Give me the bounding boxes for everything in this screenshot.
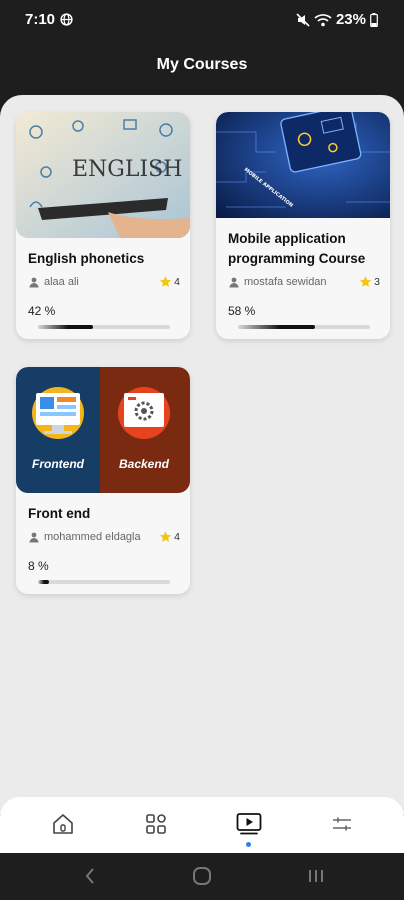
person-icon xyxy=(229,277,239,287)
status-icons: 23% xyxy=(296,11,378,28)
course-rating: 4 xyxy=(159,530,180,543)
course-list: ENGLISH English phonetics alaa ali 4 42 … xyxy=(0,95,404,815)
person-icon xyxy=(29,277,39,287)
status-bar: 7:10 23% xyxy=(0,0,404,40)
person-icon xyxy=(29,532,39,542)
course-image: MOBILE APPLICATION xyxy=(216,112,390,238)
nav-settings[interactable] xyxy=(329,811,355,837)
author-row: alaa ali 4 xyxy=(28,275,180,288)
home-icon xyxy=(53,814,73,834)
course-card-frontend[interactable]: Frontend Backend Front end mohammed elda… xyxy=(16,367,190,594)
progress-bar xyxy=(38,325,170,329)
progress-fill xyxy=(38,325,94,329)
system-recents-button[interactable] xyxy=(304,866,328,886)
course-title: Mobile application programming Course xyxy=(228,231,366,266)
star-icon xyxy=(159,276,172,287)
bottom-nav xyxy=(0,797,404,853)
backend-image-label: Backend xyxy=(119,457,170,471)
author-row: mohammed eldagla 4 xyxy=(28,530,180,543)
page-title: My Courses xyxy=(156,56,248,73)
courses-icon xyxy=(236,813,262,835)
course-title: English phonetics xyxy=(28,251,145,266)
status-time-group: 7:10 xyxy=(25,11,73,28)
course-rating: 4 xyxy=(159,275,180,288)
rating-value: 3 xyxy=(374,275,380,288)
nav-home[interactable] xyxy=(50,811,76,837)
system-back-button[interactable] xyxy=(78,866,102,886)
progress-text: 58 % xyxy=(228,304,256,318)
recents-icon xyxy=(309,870,323,882)
course-author: alaa ali xyxy=(44,275,79,288)
system-home-button[interactable] xyxy=(190,866,214,886)
frontend-image-label: Frontend xyxy=(32,457,85,471)
system-nav xyxy=(0,853,404,900)
author-row: mostafa sewidan 3 xyxy=(228,275,380,288)
status-time: 7:10 xyxy=(25,11,56,28)
home-circle-icon xyxy=(193,867,211,885)
course-image: Frontend Backend xyxy=(16,367,190,493)
english-image-text: ENGLISH xyxy=(72,157,182,182)
grid-icon xyxy=(146,814,166,834)
nav-my-courses[interactable] xyxy=(236,811,262,837)
mute-icon xyxy=(296,12,310,27)
progress-text: 42 % xyxy=(28,304,56,318)
progress-bar xyxy=(238,325,370,329)
battery-text: 23% xyxy=(335,11,366,28)
rating-value: 4 xyxy=(174,275,180,288)
wifi-icon xyxy=(314,13,332,26)
course-author: mostafa sewidan xyxy=(244,275,327,288)
course-image: ENGLISH xyxy=(16,112,190,238)
globe-icon xyxy=(60,13,73,26)
course-card-mobile[interactable]: MOBILE APPLICATION Mobile application pr… xyxy=(216,112,390,339)
star-icon xyxy=(359,276,372,287)
progress-text: 8 % xyxy=(28,559,49,573)
progress-fill xyxy=(238,325,315,329)
progress-bar xyxy=(38,580,170,584)
progress-fill xyxy=(38,580,49,584)
active-tab-indicator xyxy=(246,842,251,847)
star-icon xyxy=(159,531,172,542)
course-rating: 3 xyxy=(359,275,380,288)
settings-icon xyxy=(333,817,351,831)
course-author: mohammed eldagla xyxy=(44,530,141,543)
nav-categories[interactable] xyxy=(143,811,169,837)
back-icon xyxy=(85,868,94,884)
course-title: Front end xyxy=(28,506,91,521)
battery-icon xyxy=(370,12,378,27)
course-card-english[interactable]: ENGLISH English phonetics alaa ali 4 42 … xyxy=(16,112,190,339)
rating-value: 4 xyxy=(174,530,180,543)
